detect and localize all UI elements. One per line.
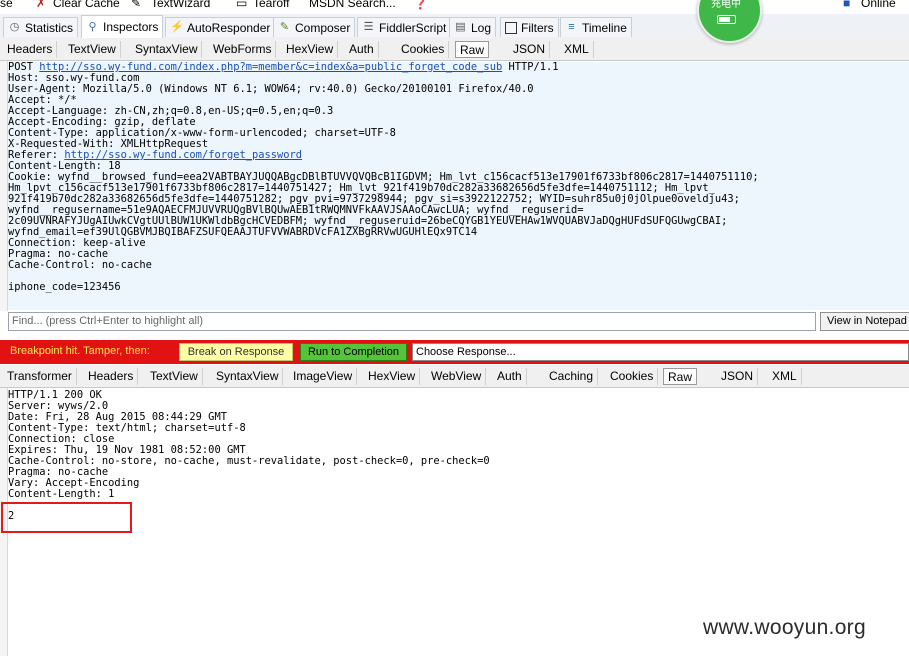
tab-fiddlerscript[interactable]: ☰ FiddlerScript xyxy=(357,17,452,37)
online-status: Online xyxy=(861,0,896,10)
toolbar-partial-item[interactable]: se xyxy=(0,0,13,10)
checkbox-icon xyxy=(505,21,517,34)
request-tab-textview[interactable]: TextView xyxy=(64,41,121,58)
textwizard-button[interactable]: TextWizard xyxy=(151,0,210,10)
request-tab-cookies[interactable]: Cookies xyxy=(397,41,450,58)
run-to-completion-button[interactable]: Run to Completion xyxy=(300,343,407,361)
tab-filters[interactable]: Filters xyxy=(500,17,559,37)
response-tab-raw[interactable]: Raw xyxy=(663,368,698,385)
tab-label: Inspectors xyxy=(103,20,159,34)
request-tab-hexview[interactable]: HexView xyxy=(282,41,339,58)
response-tab-textview[interactable]: TextView xyxy=(146,368,203,385)
view-in-notepad-button[interactable]: View in Notepad xyxy=(820,312,909,331)
tab-label: Filters xyxy=(521,20,554,35)
request-tab-syntaxview[interactable]: SyntaxView xyxy=(131,41,203,58)
request-protocol: HTTP/1.1 xyxy=(502,62,559,73)
response-subtab-strip: Transformer Headers TextView SyntaxView … xyxy=(0,365,909,388)
log-icon: ▤ xyxy=(455,21,466,33)
request-headers-a: Host: sso.wy-fund.com User-Agent: Mozill… xyxy=(8,72,534,150)
magnifier-icon: ⚲ xyxy=(88,20,97,33)
request-headers-b: Content-Length: 18 Cookie: wyfnd__browse… xyxy=(8,160,759,293)
tab-label: Timeline xyxy=(582,20,627,35)
request-tab-auth[interactable]: Auth xyxy=(345,41,379,58)
textwizard-icon: ✎ xyxy=(131,0,142,10)
tab-log[interactable]: ▤ Log xyxy=(449,17,497,37)
response-tab-headers[interactable]: Headers xyxy=(84,368,139,385)
response-tab-syntaxview[interactable]: SyntaxView xyxy=(212,368,284,385)
response-body-highlight xyxy=(1,502,132,533)
choose-response-select[interactable]: Choose Response... xyxy=(412,343,909,361)
msdn-search-input[interactable]: MSDN Search... xyxy=(309,0,396,10)
tab-timeline[interactable]: ≡ Timeline xyxy=(560,17,632,37)
tearoff-button[interactable]: Tearoff xyxy=(253,0,289,10)
request-raw-text[interactable]: POST http://sso.wy-fund.com/index.php?m=… xyxy=(8,62,909,310)
script-icon: ☰ xyxy=(363,21,374,33)
response-tab-transformer[interactable]: Transformer xyxy=(3,368,77,385)
tab-label: Log xyxy=(471,20,492,35)
tearoff-icon: ▭ xyxy=(236,0,248,10)
tab-statistics[interactable]: ◷ Statistics xyxy=(3,17,79,37)
tab-inspectors[interactable]: ⚲ Inspectors xyxy=(81,15,164,38)
response-tab-xml[interactable]: XML xyxy=(768,368,802,385)
tab-label: FiddlerScript xyxy=(379,20,447,35)
response-tab-json[interactable]: JSON xyxy=(717,368,759,385)
lightning-icon: ⚡ xyxy=(170,21,184,33)
request-tab-headers[interactable]: Headers xyxy=(3,41,58,58)
tab-composer[interactable]: ✎ Composer xyxy=(273,17,356,37)
find-input[interactable]: Find... (press Ctrl+Enter to highlight a… xyxy=(8,312,816,331)
response-tab-cookies[interactable]: Cookies xyxy=(606,368,659,385)
timeline-icon: ≡ xyxy=(568,21,575,33)
main-tab-strip: ◷ Statistics ⚲ Inspectors ⚡ AutoResponder ✎… xyxy=(0,14,909,39)
battery-fill xyxy=(719,17,730,22)
choose-response-value: Choose Response... xyxy=(416,346,516,358)
request-gutter xyxy=(0,61,8,311)
break-on-response-button[interactable]: Break on Response xyxy=(179,343,293,361)
help-icon[interactable]: ❓ xyxy=(413,0,428,10)
response-tab-imageview[interactable]: ImageView xyxy=(289,368,358,385)
request-tab-json[interactable]: JSON xyxy=(509,41,551,58)
pencil-icon: ✎ xyxy=(279,21,290,33)
tab-label: Composer xyxy=(295,20,351,35)
request-tab-raw[interactable]: Raw xyxy=(455,41,490,58)
charging-badge-text: 充电中 xyxy=(711,0,741,10)
breakpoint-label: Breakpoint hit. Tamper, then: xyxy=(10,345,150,357)
response-tab-webview[interactable]: WebView xyxy=(427,368,487,385)
tab-autoresponder[interactable]: ⚡ AutoResponder xyxy=(165,17,276,37)
request-tab-xml[interactable]: XML xyxy=(560,41,594,58)
clock-icon: ◷ xyxy=(9,21,20,33)
clear-cache-icon: ✗ xyxy=(36,0,47,10)
clear-cache-button[interactable]: Clear Cache xyxy=(53,0,120,10)
tab-label: AutoResponder xyxy=(187,20,271,35)
request-tab-webforms[interactable]: WebForms xyxy=(209,41,277,58)
response-tab-auth[interactable]: Auth xyxy=(493,368,527,385)
response-tab-hexview[interactable]: HexView xyxy=(364,368,421,385)
top-toolbar: se ✗ Clear Cache ✎ TextWizard ▭ Tearoff … xyxy=(0,0,909,14)
response-tab-caching[interactable]: Caching xyxy=(545,368,599,385)
watermark-text: www.wooyun.org xyxy=(703,616,866,639)
request-subtab-strip: Headers TextView SyntaxView WebForms Hex… xyxy=(0,38,909,61)
online-icon: ■ xyxy=(843,0,851,10)
tab-label: Statistics xyxy=(25,20,74,35)
